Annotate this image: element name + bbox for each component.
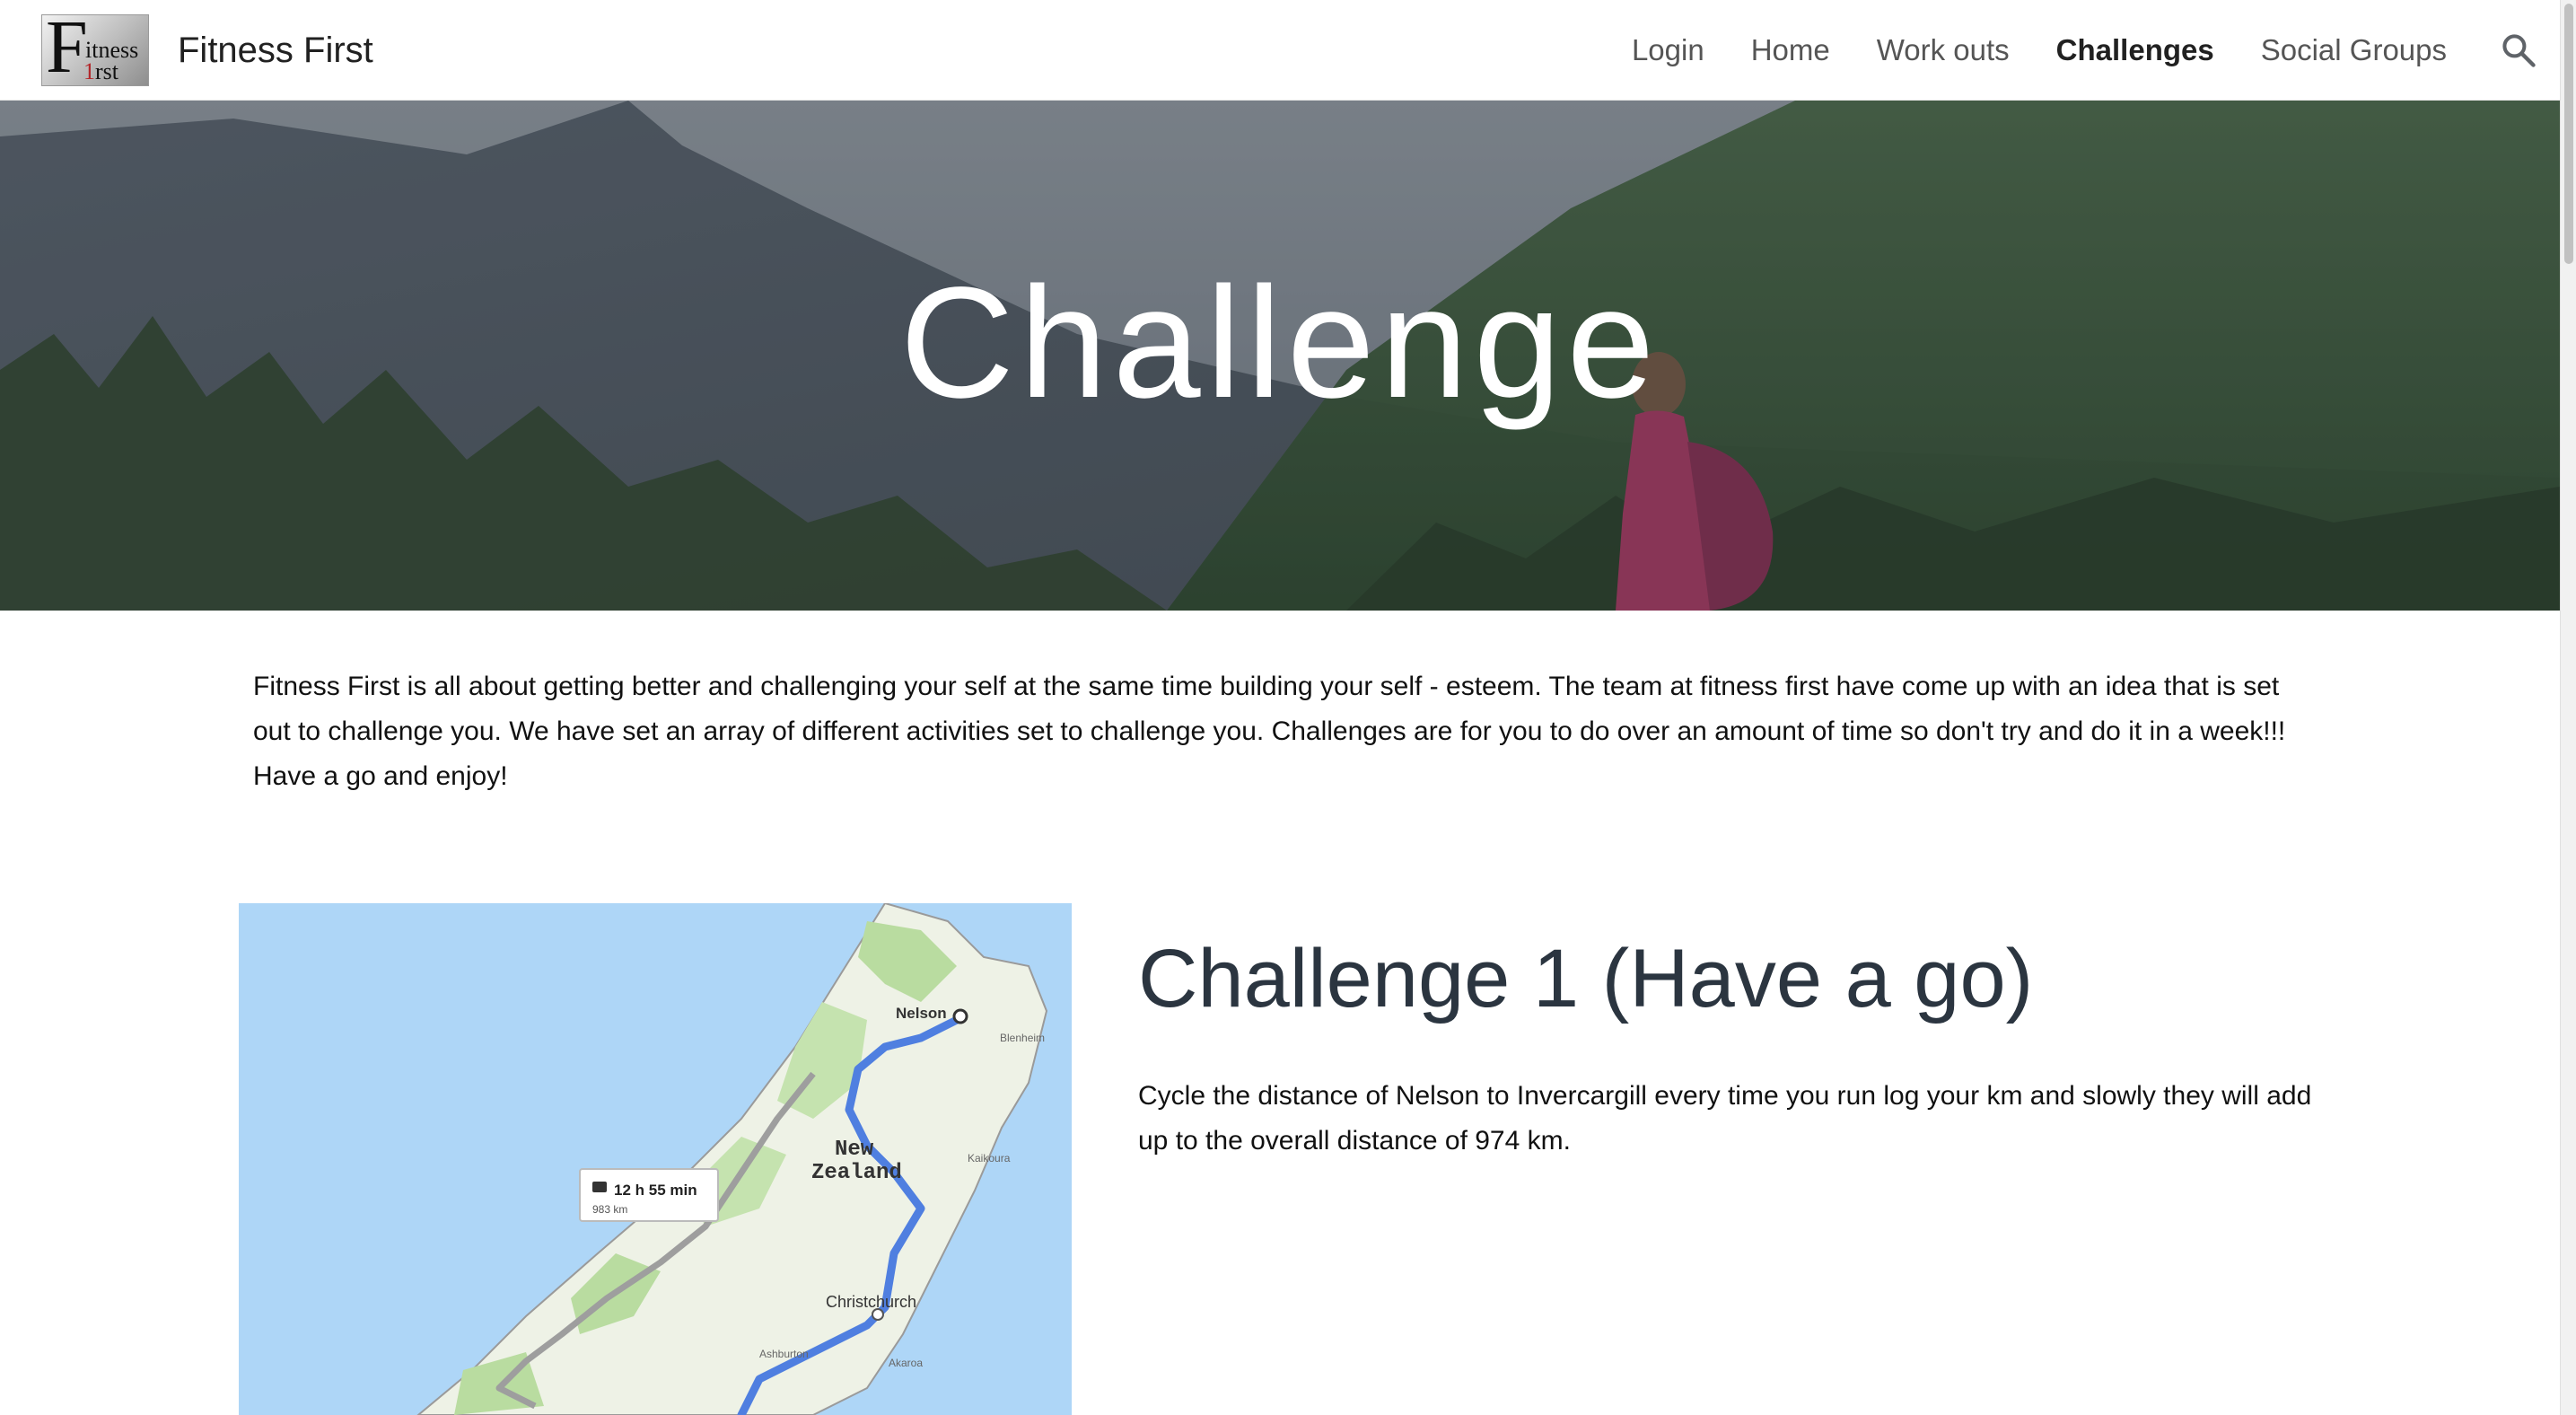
map-route-time: 12 h 55 min (614, 1182, 697, 1199)
challenge-1-title: Challenge 1 (Have a go) (1138, 933, 2034, 1024)
logo-letter: F (46, 14, 88, 86)
map-label-nelson: Nelson (896, 1005, 947, 1022)
main-nav: Login Home Work outs Challenges Social G… (1632, 27, 2447, 74)
nav-challenges[interactable]: Challenges (2056, 27, 2214, 74)
site-title[interactable]: Fitness First (178, 27, 373, 74)
map-label-ashburton: Ashburton (759, 1348, 809, 1360)
map-label-blenheim: Blenheim (1000, 1032, 1045, 1044)
scrollbar-thumb[interactable] (2564, 4, 2573, 264)
map-graphic: 12 h 55 min 983 km Nelson Blenheim New Z… (239, 903, 1072, 1415)
map-label-country-2: Zealand (811, 1161, 902, 1185)
search-icon[interactable] (2499, 31, 2538, 70)
logo-word-2: 1rst (83, 60, 118, 83)
map-route-distance: 983 km (592, 1203, 627, 1216)
challenge-route-map[interactable]: 12 h 55 min 983 km Nelson Blenheim New Z… (239, 903, 1072, 1415)
site-header: F itness 1rst Fitness First Login Home W… (0, 0, 2560, 101)
hero-title: Challenge (899, 255, 1660, 431)
map-label-akaroa: Akaroa (889, 1357, 923, 1369)
hero-banner: Challenge (0, 101, 2560, 611)
nav-work-outs[interactable]: Work outs (1877, 27, 2010, 74)
car-icon (592, 1182, 607, 1192)
intro-paragraph: Fitness First is all about getting bette… (253, 672, 2286, 791)
page-scrollbar[interactable] (2560, 0, 2576, 1415)
start-marker (952, 1008, 968, 1024)
map-label-christchurch: Christchurch (826, 1293, 916, 1311)
logo-word-2-red: 1 (83, 58, 95, 84)
map-label-country-1: New (835, 1138, 874, 1162)
nav-login[interactable]: Login (1632, 27, 1704, 74)
logo-word-2-rest: rst (95, 58, 118, 84)
map-label-kaikoura: Kaikoura (968, 1152, 1011, 1165)
challenge-1-description: Cycle the distance of Nelson to Invercar… (1138, 1081, 2312, 1156)
nav-social-groups[interactable]: Social Groups (2261, 27, 2447, 74)
nav-home[interactable]: Home (1751, 27, 1830, 74)
site-logo[interactable]: F itness 1rst (41, 14, 149, 86)
